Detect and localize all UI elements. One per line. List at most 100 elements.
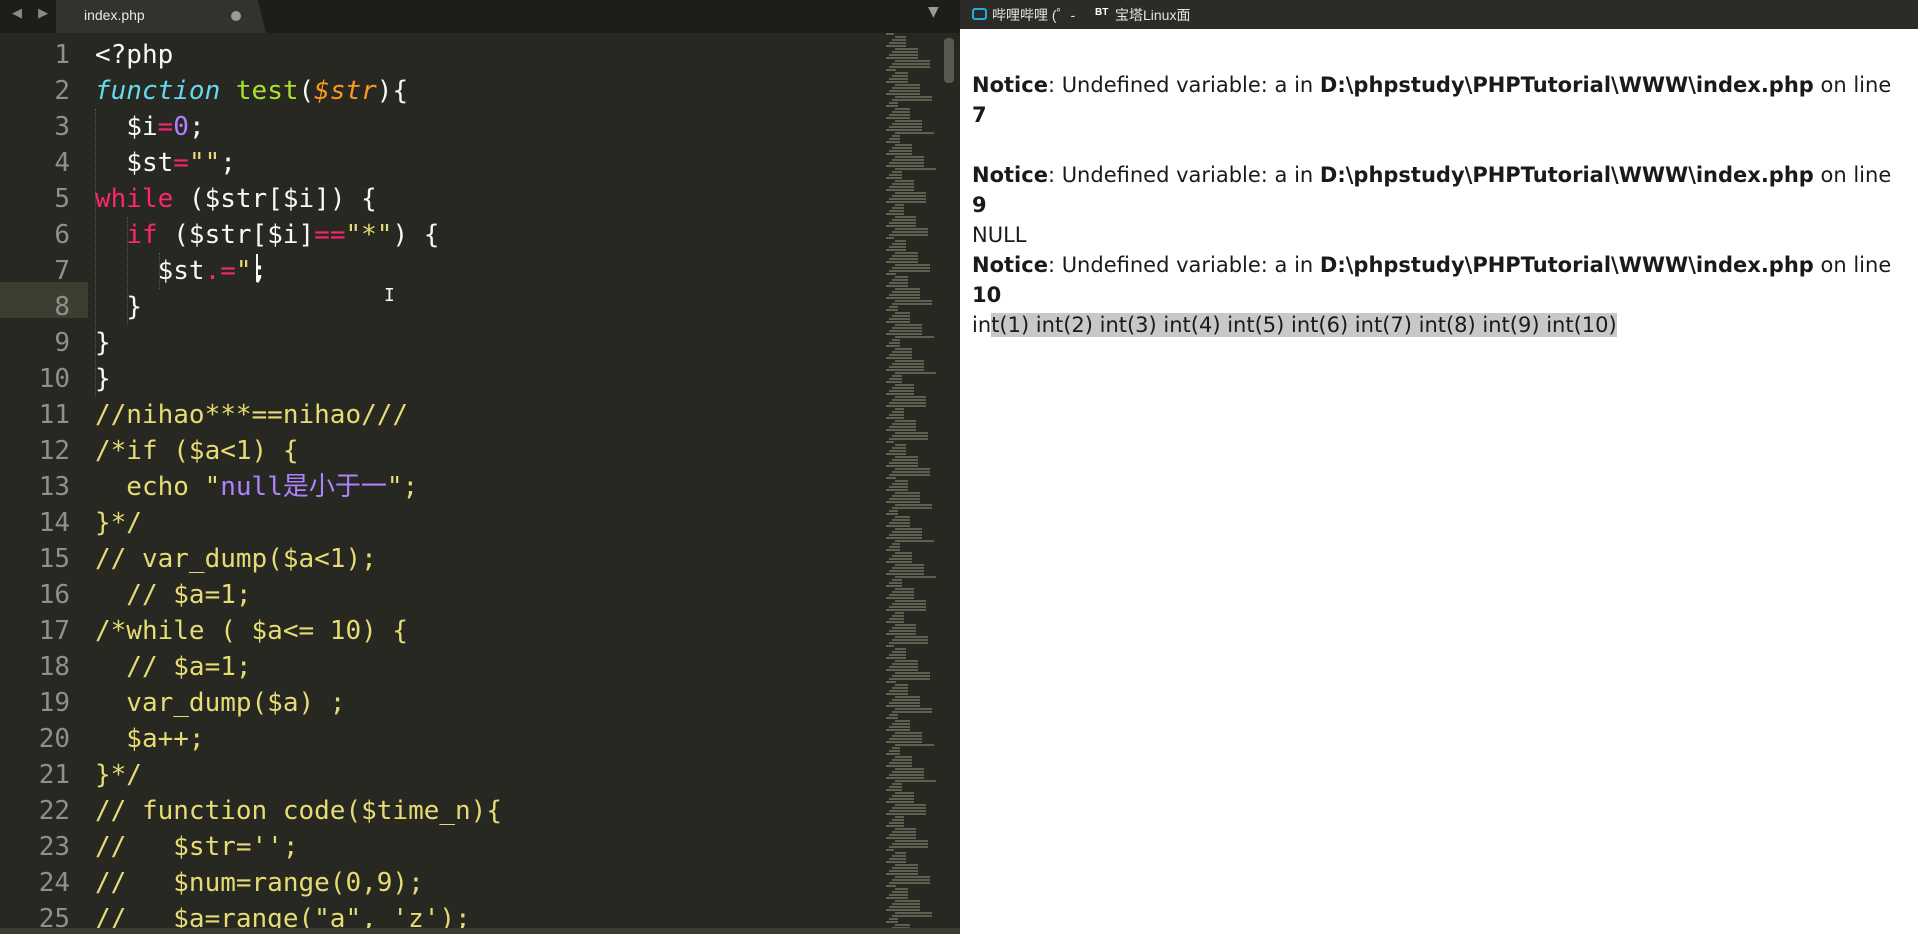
minimap-line <box>892 627 916 629</box>
minimap-line <box>889 354 912 356</box>
minimap-line <box>889 342 900 344</box>
minimap-line <box>886 309 898 311</box>
minimap-line <box>889 690 908 692</box>
minimap-line <box>889 438 928 440</box>
code-line[interactable]: /*while ( $a<= 10) { <box>95 613 408 649</box>
minimap-line <box>892 183 914 185</box>
minimap-line <box>895 804 926 806</box>
bilibili-icon <box>972 8 987 20</box>
minimap-line <box>895 900 920 902</box>
code-line[interactable]: // $num=range(0,9); <box>95 865 424 901</box>
minimap-line <box>889 270 930 272</box>
minimap-line <box>889 174 902 176</box>
minimap-line <box>892 783 902 785</box>
code-line[interactable]: }*/ <box>95 757 142 793</box>
code-line[interactable]: function test($str){ <box>95 73 408 109</box>
minimap-line <box>889 822 904 824</box>
minimap[interactable] <box>886 33 938 934</box>
code-line[interactable]: <?php <box>95 37 173 73</box>
minimap-line <box>886 477 896 479</box>
code-editor[interactable]: ◀ ▶ index.php ▼ 1 2 3 4 5 6 7 8 9 10 11 12 13 14 15 16 1… <box>0 0 960 934</box>
minimap-line <box>895 840 928 842</box>
minimap-line <box>895 276 908 278</box>
line-number-gutter: 1 2 3 4 5 6 7 8 9 10 11 12 13 14 15 16 17 18 19 20 21 22 23 24 2… <box>0 33 88 934</box>
line-number: 8 <box>54 292 70 322</box>
minimap-line <box>892 807 926 809</box>
minimap-line <box>892 327 922 329</box>
code-line[interactable]: // $a=1; <box>95 577 251 613</box>
code-line[interactable]: } <box>95 289 142 325</box>
minimap-line <box>895 624 916 626</box>
code-token: echo " <box>95 472 221 502</box>
code-token: // $a=1; <box>95 652 252 682</box>
browser-tab-bilibili[interactable]: 哔哩哔哩 (゜- <box>992 5 1075 25</box>
minimap-line <box>886 585 902 587</box>
code-line[interactable]: echo "null是小于一"; <box>95 469 418 505</box>
code-line[interactable]: } <box>95 325 111 361</box>
selected-text[interactable]: t(1) int(2) int(3) int(4) int(5) int(6) … <box>991 313 1617 337</box>
minimap-line <box>892 39 906 41</box>
minimap-line <box>895 816 904 818</box>
minimap-line <box>892 843 928 845</box>
minimap-line <box>889 786 902 788</box>
code-line[interactable]: while ($str[$i]) { <box>95 181 377 217</box>
line-number: 5 <box>54 184 70 214</box>
code-line[interactable]: } <box>95 361 111 397</box>
minimap-line <box>895 132 934 134</box>
notice-line: 9 <box>972 193 987 217</box>
minimap-line <box>889 54 918 56</box>
minimap-line <box>895 540 934 542</box>
code-token: ; <box>188 112 205 142</box>
line-number: 11 <box>38 400 70 430</box>
minimap-line <box>895 408 904 410</box>
minimap-line <box>895 684 908 686</box>
minimap-line <box>895 48 918 50</box>
code-line[interactable]: var_dump($a) ; <box>95 685 345 721</box>
minimap-line <box>892 495 920 497</box>
minimap-line <box>892 303 932 305</box>
minimap-line <box>886 633 916 635</box>
minimap-line <box>889 150 912 152</box>
code-line[interactable]: if ($str[$i]=="*") { <box>95 217 439 253</box>
code-line[interactable]: // $str=''; <box>95 829 299 865</box>
code-line[interactable]: $i=0; <box>95 109 205 145</box>
code-area[interactable]: <?php function test($str){ $i=0; $st=""; w… <box>95 33 875 934</box>
minimap-line <box>886 369 924 371</box>
minimap-line <box>895 372 936 374</box>
code-line[interactable]: $a++; <box>95 721 204 757</box>
minimap-line <box>892 363 924 365</box>
minimap-line <box>886 693 908 695</box>
minimap-line <box>886 729 910 731</box>
minimap-line <box>886 501 920 503</box>
output-int-list[interactable]: int(1) int(2) int(3) int(4) int(5) int(6… <box>972 310 1902 340</box>
minimap-line <box>892 591 914 593</box>
code-line[interactable]: // $a=1; <box>95 649 252 685</box>
minimap-line <box>889 702 920 704</box>
code-line[interactable]: }*/ <box>95 505 142 541</box>
minimap-line <box>895 888 908 890</box>
tab-index-php[interactable]: index.php <box>56 0 266 33</box>
tab-nav-arrows-icon[interactable]: ◀ ▶ <box>12 6 54 21</box>
browser-tab-baota[interactable]: 宝塔Linux面 <box>1115 5 1190 25</box>
code-line[interactable]: // function code($time_n){ <box>95 793 502 829</box>
tab-menu-chevron-icon[interactable]: ▼ <box>928 4 939 20</box>
code-line[interactable]: // var_dump($a<1); <box>95 541 377 577</box>
minimap-line <box>889 138 900 140</box>
minimap-line <box>886 657 906 659</box>
minimap-line <box>895 252 918 254</box>
minimap-line <box>892 411 904 413</box>
code-line[interactable]: $st.="; <box>95 253 268 289</box>
code-token: $str <box>314 76 377 106</box>
minimap-line <box>892 63 930 65</box>
tab-title: index.php <box>84 7 145 23</box>
code-line[interactable]: /*if ($a<1) { <box>95 433 299 469</box>
minimap-line <box>895 864 918 866</box>
vertical-scrollbar[interactable] <box>944 38 954 83</box>
code-line[interactable]: //nihao***==nihao/// <box>95 397 408 433</box>
minimap-line <box>886 753 900 755</box>
minimap-line <box>892 567 924 569</box>
unsaved-dot-icon[interactable] <box>231 11 241 21</box>
horizontal-scrollbar[interactable] <box>0 928 960 934</box>
code-line[interactable]: $st=""; <box>95 145 236 181</box>
